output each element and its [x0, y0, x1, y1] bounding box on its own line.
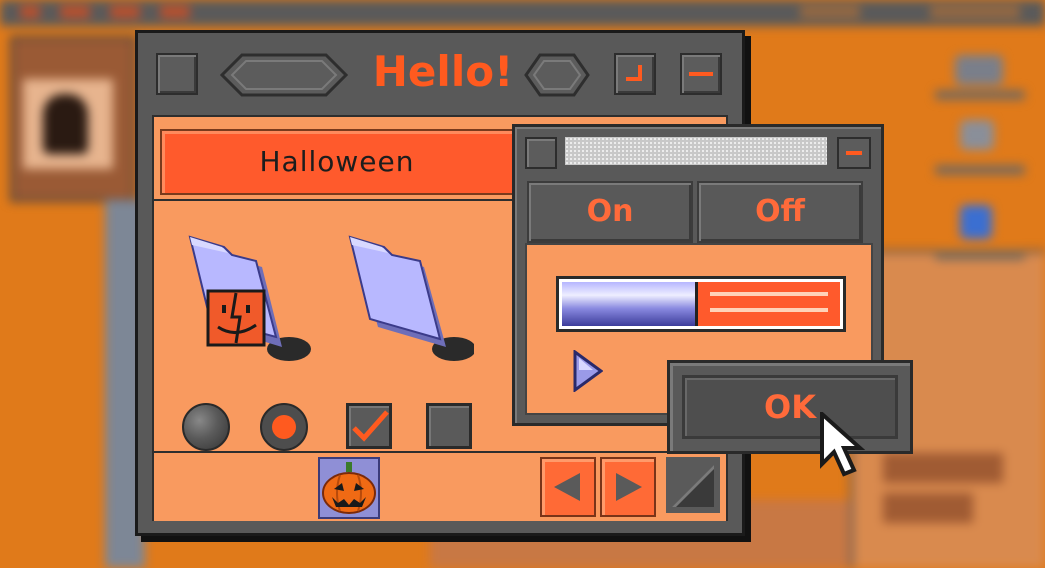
title-bar[interactable]: Hello!: [138, 33, 742, 115]
slider-track-line-top: [710, 292, 828, 296]
scroll-right-button[interactable]: [600, 457, 656, 517]
collapse-box[interactable]: [680, 53, 722, 95]
slider-fill: [562, 282, 699, 326]
play-triangle-icon[interactable]: [573, 350, 603, 392]
bottom-bar: [154, 451, 726, 521]
left-arrow-icon: [554, 473, 580, 501]
resize-grow-box[interactable]: [666, 457, 720, 513]
checkmark-icon: [352, 410, 389, 442]
window-title: Hello!: [372, 47, 514, 96]
zoom-box[interactable]: [614, 53, 656, 95]
checkbox-unchecked[interactable]: [426, 403, 472, 449]
segment-off-button[interactable]: Off: [697, 181, 863, 243]
scroll-left-button[interactable]: [540, 457, 596, 517]
tab-label: Halloween: [259, 145, 415, 178]
palette-collapse-box[interactable]: [837, 137, 871, 169]
ok-button-frame: OK: [667, 360, 913, 454]
checkbox-checked[interactable]: [346, 403, 392, 449]
desktop-hard-disk-icon: [955, 55, 1003, 85]
folder-icon[interactable]: [344, 227, 474, 367]
menu-bar: [0, 0, 1045, 26]
close-box[interactable]: [156, 53, 198, 95]
tab-halloween[interactable]: Halloween: [160, 129, 514, 195]
title-bar-right-ornament: [524, 53, 590, 97]
slider-track-line-bottom: [710, 308, 828, 312]
desktop-blue-icon: [960, 205, 992, 239]
palette-title-bar[interactable]: [565, 137, 827, 165]
progress-slider[interactable]: [556, 276, 846, 332]
desktop-drive-icon: [960, 120, 994, 150]
pumpkin-tile[interactable]: [318, 457, 380, 519]
mouse-cursor-icon: [820, 412, 866, 477]
pumpkin-icon: [322, 462, 376, 514]
resize-icon: [672, 465, 714, 507]
right-arrow-icon: [616, 473, 642, 501]
background-window-photo: [10, 36, 136, 202]
title-bar-left-ornament: [220, 53, 348, 97]
radio-button-selected[interactable]: [260, 403, 308, 451]
segment-on-button[interactable]: On: [527, 181, 693, 243]
finder-folder-icon[interactable]: [184, 227, 314, 367]
radio-button-unselected[interactable]: [182, 403, 230, 451]
palette-close-box[interactable]: [525, 137, 557, 169]
